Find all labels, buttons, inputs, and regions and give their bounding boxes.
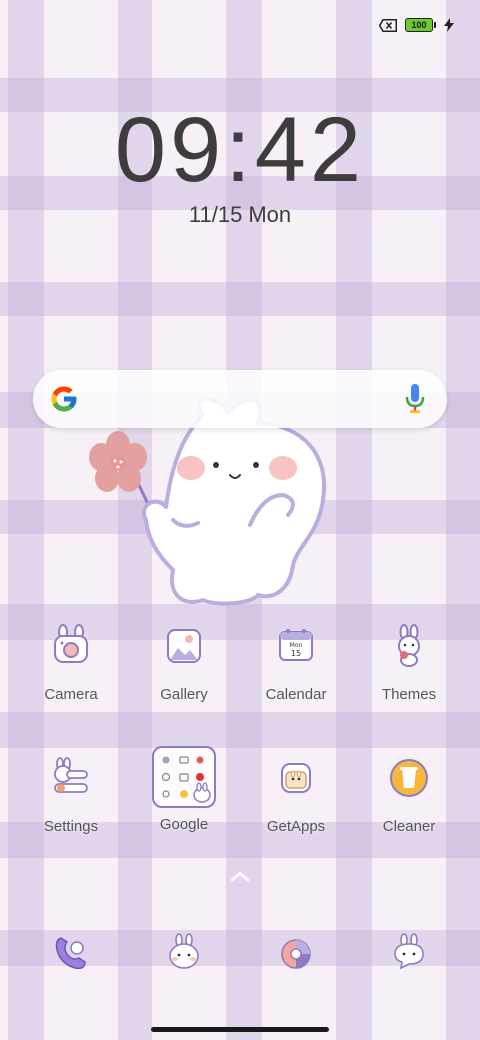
app-settings[interactable]: Settings — [16, 754, 126, 835]
cleaner-icon[interactable] — [381, 754, 437, 810]
google-search-bar[interactable] — [33, 370, 447, 428]
microphone-icon[interactable] — [405, 384, 425, 414]
bunny-messages-icon[interactable] — [164, 932, 204, 972]
charging-bolt-icon — [444, 18, 454, 32]
weekday-text: Mon — [248, 202, 292, 227]
bunny-getapps-icon[interactable] — [268, 754, 324, 810]
clock-date[interactable]: 11/15 Mon — [0, 202, 480, 228]
app-label: GetApps — [266, 818, 326, 835]
app-label: Calendar — [265, 686, 327, 703]
bunny-settings-icon[interactable] — [43, 754, 99, 810]
dock-messages[interactable] — [129, 932, 239, 972]
app-gallery[interactable]: Gallery — [129, 622, 239, 703]
no-sim-icon — [379, 18, 397, 32]
bunny-camera-icon[interactable] — [43, 622, 99, 678]
app-label: Cleaner — [382, 818, 436, 835]
bunny-icon — [142, 397, 327, 606]
browser-icon[interactable] — [276, 932, 316, 972]
dock-phone[interactable] — [16, 932, 126, 972]
folder-icon[interactable] — [152, 746, 216, 808]
dock-chat[interactable] — [354, 932, 464, 972]
chevron-up-icon[interactable] — [230, 870, 250, 882]
app-themes[interactable]: Themes — [354, 622, 464, 703]
google-g-icon[interactable] — [49, 384, 79, 414]
battery-indicator: 100 — [405, 18, 436, 32]
app-label: Themes — [381, 686, 437, 703]
app-camera[interactable]: Camera — [16, 622, 126, 703]
battery-level: 100 — [405, 18, 433, 32]
bunny-calendar-icon[interactable]: Mon 15 — [268, 622, 324, 678]
clock-time[interactable]: 09:42 — [0, 100, 480, 200]
bunny-gallery-icon[interactable] — [156, 622, 212, 678]
app-google-folder[interactable]: Google — [129, 746, 239, 833]
app-getapps[interactable]: GetApps — [241, 754, 351, 835]
status-bar: 100 — [379, 18, 454, 32]
app-label: Settings — [43, 818, 99, 835]
bunny-themes-icon[interactable] — [381, 622, 437, 678]
app-label: Camera — [44, 686, 98, 703]
app-label: Google — [159, 816, 209, 833]
app-calendar[interactable]: Mon 15 Calendar — [241, 622, 351, 703]
app-cleaner[interactable]: Cleaner — [354, 754, 464, 835]
calendar-icon-month: Mon — [290, 642, 303, 649]
date-text: 11/15 — [188, 202, 243, 227]
home-indicator[interactable] — [151, 1027, 329, 1032]
bunny-chat-icon[interactable] — [389, 932, 429, 972]
dock-browser[interactable] — [241, 932, 351, 972]
calendar-icon-day: 15 — [291, 649, 301, 658]
app-label: Gallery — [160, 686, 208, 703]
phone-icon[interactable] — [51, 932, 91, 972]
